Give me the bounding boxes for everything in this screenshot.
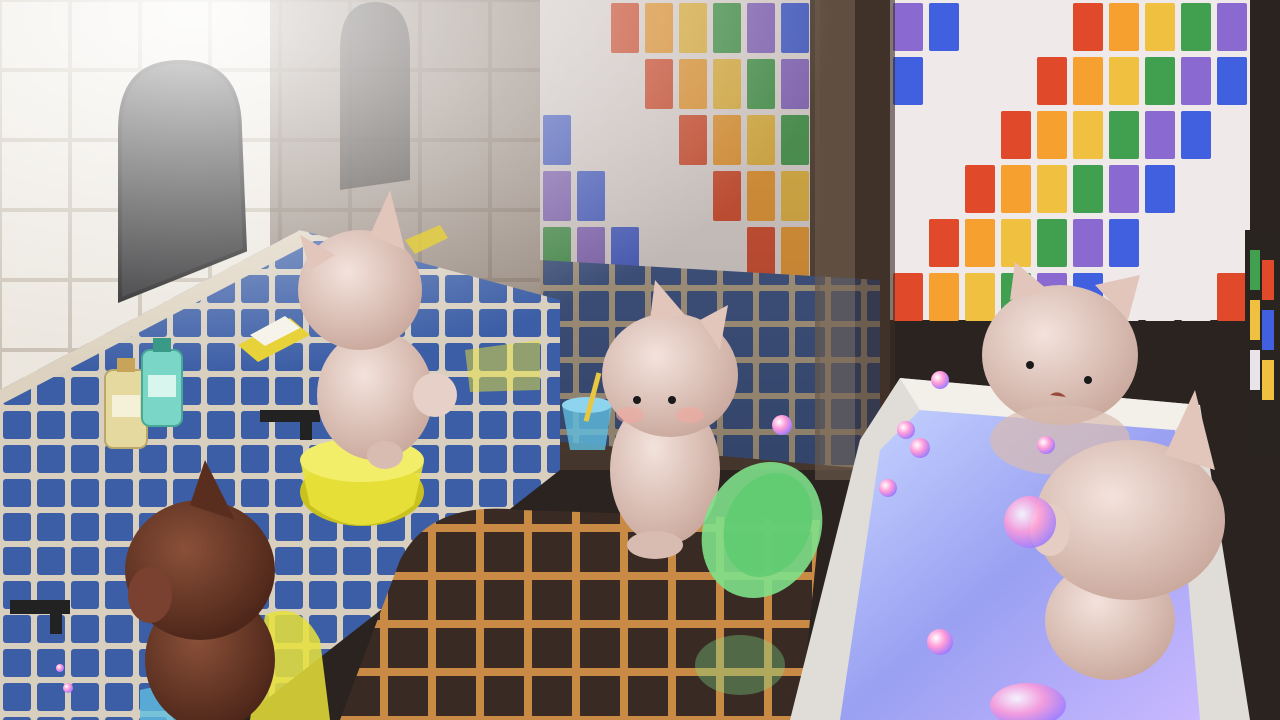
soap-bottle-teal: [141, 338, 183, 427]
stained-glass-edge: [1245, 230, 1280, 460]
scene-illustration: [0, 0, 1280, 720]
soap-bottle-yellow: [104, 358, 148, 449]
bathhouse-scene: [0, 0, 1280, 720]
